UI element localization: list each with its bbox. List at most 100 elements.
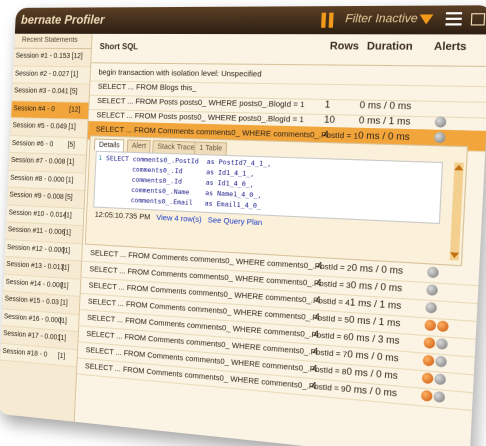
statement-rows: 4 bbox=[317, 260, 323, 271]
session-statement-count: [1] bbox=[60, 296, 68, 313]
session-statement-count: [1] bbox=[66, 172, 74, 189]
tab-details[interactable]: Details bbox=[94, 138, 125, 151]
session-label: Session #15 - 0.03 bbox=[5, 295, 59, 306]
session-label: Session #18 - 0 bbox=[2, 347, 47, 358]
statement-duration: 0 ms / 0 ms bbox=[351, 262, 403, 276]
session-label: Session #7 - 0.008 bbox=[11, 157, 66, 166]
session-label: Session #12 - 0.000 bbox=[7, 244, 65, 254]
warning-alert-icon[interactable] bbox=[423, 337, 435, 349]
session-statement-count: [1] bbox=[57, 348, 65, 365]
statement-rows: 4 bbox=[312, 363, 318, 374]
app-title: bernate Profiler bbox=[21, 12, 105, 26]
info-alert-icon[interactable] bbox=[435, 356, 447, 368]
rows-column-header[interactable]: Rows bbox=[330, 41, 360, 53]
statement-rows: 4 bbox=[311, 380, 317, 391]
filter-icon[interactable] bbox=[419, 14, 433, 24]
statement-duration: 0 ms / 0 ms bbox=[359, 100, 411, 112]
session-statement-count: [5] bbox=[70, 84, 78, 101]
statement-detail-panel: Details Alert Stack Trace 1 Table 1 SELE… bbox=[85, 135, 468, 266]
warning-alert-icon[interactable] bbox=[422, 372, 434, 384]
title-bar: bernate Profiler Filter Inactive bbox=[15, 5, 486, 34]
info-alert-icon[interactable] bbox=[426, 284, 438, 296]
tab-tables[interactable]: 1 Table bbox=[194, 141, 228, 155]
session-item[interactable]: Session #2 - 0.027 [1] bbox=[13, 66, 90, 85]
session-statement-count: [1] bbox=[62, 260, 70, 277]
session-label: Session #9 - 0.008 bbox=[9, 192, 63, 201]
session-label: Session #6 - 0 bbox=[12, 140, 54, 148]
session-item[interactable]: Session #5 - 0.049 [1] bbox=[10, 118, 87, 138]
line-number: 1 bbox=[98, 154, 102, 162]
alerts-column-header[interactable]: Alerts bbox=[434, 41, 467, 53]
query-plan-link[interactable]: See Query Plan bbox=[208, 215, 263, 227]
statement-duration: 0 ms / 0 ms bbox=[345, 383, 397, 398]
session-label: Session #3 - 0.041 bbox=[14, 87, 69, 95]
session-statement-count: [1] bbox=[66, 155, 74, 172]
info-alert-icon[interactable] bbox=[435, 116, 447, 127]
session-label: Session #14 - 0.000 bbox=[5, 278, 63, 289]
tab-alert[interactable]: Alert bbox=[127, 139, 151, 152]
statement-sql: begin transaction with isolation level: … bbox=[98, 67, 262, 78]
filter-inactive-label[interactable]: Filter Inactive bbox=[345, 12, 418, 25]
session-list: Session #1 - 0.153 [12] Session #2 - 0.027… bbox=[0, 49, 91, 368]
detail-scrollbar[interactable] bbox=[450, 162, 464, 260]
statement-rows: 4 bbox=[315, 294, 321, 305]
session-label: Session #4 - 0 bbox=[13, 105, 55, 113]
info-alert-icon[interactable] bbox=[433, 391, 445, 403]
statement-rows: 4 bbox=[323, 129, 329, 140]
session-item[interactable]: Session #1 - 0.153 [12] bbox=[13, 49, 91, 67]
session-label: Session #8 - 0.000 bbox=[10, 174, 64, 183]
info-alert-icon[interactable] bbox=[427, 267, 439, 279]
session-statement-count: [5] bbox=[67, 137, 75, 154]
profiler-window: bernate Profiler Filter Inactive Recent … bbox=[0, 5, 486, 446]
warning-alert-icon[interactable] bbox=[424, 319, 436, 331]
statement-duration: 1 ms / 1 ms bbox=[350, 297, 402, 311]
session-statement-count: [12] bbox=[69, 102, 81, 119]
view-rows-link[interactable]: View 4 row(s) bbox=[156, 213, 202, 225]
statement-duration: 0 ms / 3 ms bbox=[348, 331, 400, 346]
session-label: Session #13 - 0.013 bbox=[6, 261, 64, 272]
session-label: Session #1 - 0.153 bbox=[16, 53, 71, 60]
warning-alert-icon[interactable] bbox=[423, 355, 435, 367]
duration-column-header[interactable]: Duration bbox=[367, 41, 413, 53]
scroll-down-icon[interactable] bbox=[450, 252, 459, 258]
popout-icon[interactable] bbox=[471, 13, 486, 25]
warning-alert-icon[interactable] bbox=[421, 390, 433, 402]
session-statement-count: [12] bbox=[71, 49, 83, 66]
session-label: Session #10 - 0.014 bbox=[9, 209, 67, 219]
session-statement-count: [1] bbox=[63, 225, 71, 242]
session-label: Session #11 - 0.006 bbox=[8, 226, 66, 236]
statements-panel: Short SQL Rows Duration Alerts begin tra… bbox=[75, 34, 486, 446]
statement-sql: SELECT ... FROM Blogs this_ bbox=[98, 82, 197, 93]
screenshot-stage: bernate Profiler Filter Inactive Recent … bbox=[0, 0, 486, 446]
session-statement-count: [1] bbox=[68, 120, 76, 137]
statement-duration: 0 ms / 0 ms bbox=[358, 130, 410, 142]
scroll-up-icon[interactable] bbox=[454, 165, 463, 171]
session-label: Session #2 - 0.027 bbox=[15, 70, 70, 78]
statement-duration: 0 ms / 0 ms bbox=[350, 279, 402, 293]
statement-rows: 4 bbox=[313, 329, 319, 340]
statement-duration: 0 ms / 1 ms bbox=[349, 314, 401, 329]
short-sql-column-header[interactable]: Short SQL bbox=[99, 42, 138, 51]
session-statement-count: [1] bbox=[59, 313, 67, 330]
pause-icon[interactable] bbox=[321, 13, 337, 28]
info-alert-icon[interactable] bbox=[434, 373, 446, 385]
statement-duration: 0 ms / 1 ms bbox=[359, 115, 411, 127]
warning-alert-icon[interactable] bbox=[437, 320, 449, 332]
session-item[interactable]: Session #3 - 0.041 [5] bbox=[12, 83, 89, 102]
info-alert-icon[interactable] bbox=[434, 132, 446, 143]
session-label: Session #17 - 0.001 bbox=[3, 330, 61, 342]
statement-rows: 10 bbox=[324, 114, 335, 125]
statement-rows: 4 bbox=[314, 312, 320, 323]
session-statement-count: [1] bbox=[61, 278, 69, 295]
statements-header: Short SQL Rows Duration Alerts bbox=[91, 34, 486, 67]
session-label: Session #16 - 0.000 bbox=[4, 313, 62, 324]
statement-duration: 0 ms / 0 ms bbox=[346, 366, 398, 381]
menu-icon[interactable] bbox=[445, 12, 462, 29]
statement-rows: 4 bbox=[316, 277, 322, 288]
session-statement-count: [1] bbox=[64, 208, 72, 225]
info-alert-icon[interactable] bbox=[436, 338, 448, 350]
info-alert-icon[interactable] bbox=[425, 302, 437, 314]
session-statement-count: [5] bbox=[65, 190, 73, 207]
session-item[interactable]: Session #4 - 0 [12] bbox=[11, 101, 88, 120]
recent-statements-header[interactable]: Recent Statements bbox=[14, 34, 91, 49]
